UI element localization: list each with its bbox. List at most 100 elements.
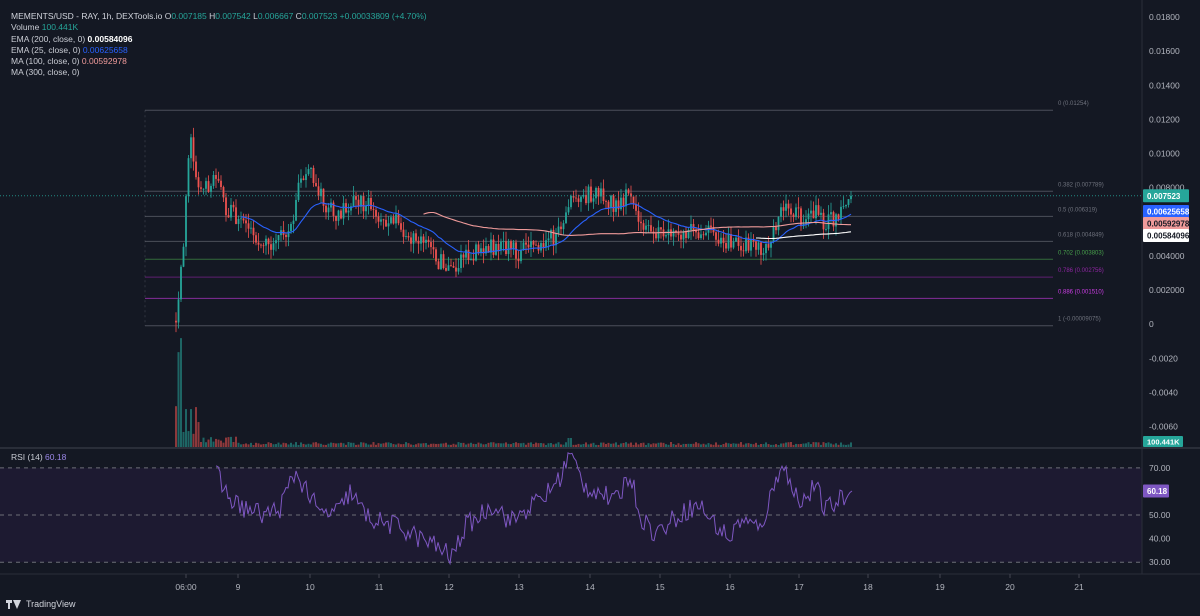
volume-bar: [337, 443, 340, 447]
volume-bar: [585, 442, 587, 447]
candle-body: [697, 232, 700, 239]
volume-bar: [750, 443, 752, 447]
price-tick-label: 0.002000: [1149, 285, 1185, 295]
volume-bar: [712, 444, 715, 447]
volume-bar: [495, 443, 497, 447]
candle-body: [797, 207, 800, 209]
time-tick-label: 9: [236, 582, 241, 592]
candle-body: [590, 186, 592, 202]
candle-body: [745, 237, 747, 252]
volume-bar: [430, 443, 432, 447]
volume-bar: [807, 442, 810, 447]
volume-bar: [407, 443, 410, 447]
fib-level-label: 0.618 (0.004849): [1058, 232, 1104, 238]
volume-bar: [242, 444, 245, 447]
rsi-axis[interactable]: 70.00 50.00 40.00 30.00: [1149, 463, 1171, 567]
volume-bar: [367, 444, 370, 447]
candle-body: [377, 216, 380, 222]
candle-body: [547, 238, 550, 241]
volume-bar: [652, 443, 655, 447]
ma300-legend[interactable]: MA (300, close, 0): [11, 67, 427, 78]
candle-body: [640, 221, 642, 224]
volume-legend[interactable]: Volume 100.441K: [11, 22, 427, 33]
candle-body: [647, 225, 650, 226]
volume-bar: [542, 443, 545, 447]
chart-canvas[interactable]: 0 (0.01254) 0.382 (0.007789) 0.5 (0.006319…: [0, 0, 1200, 616]
volume-bar: [552, 444, 555, 447]
candle-body: [777, 216, 780, 231]
candle-body: [567, 207, 570, 213]
volume-bar: [195, 407, 197, 447]
volume-bar: [605, 443, 607, 447]
volume-bar: [310, 444, 312, 447]
symbol-row[interactable]: MEMENTS/USD - RAY, 1h, DEXTools.io O0.00…: [11, 11, 427, 22]
volume-bar: [785, 442, 787, 447]
ema25-legend[interactable]: EMA (25, close, 0) 0.00625658: [11, 45, 427, 56]
candle-body: [180, 266, 182, 300]
candle-body: [845, 204, 847, 207]
time-tick-label: 19: [935, 582, 945, 592]
candle-body: [242, 218, 245, 221]
volume-bar: [412, 444, 415, 447]
candle-body: [327, 207, 330, 213]
candle-body: [830, 212, 832, 215]
candle-body: [285, 234, 287, 238]
candle-body: [717, 239, 720, 244]
ema200-legend[interactable]: EMA (200, close, 0) 0.00584096: [11, 34, 427, 45]
volume-bar: [220, 440, 222, 447]
volume-bar: [222, 442, 225, 447]
candle-body: [785, 203, 787, 211]
candle-body: [337, 210, 340, 221]
candle-body: [452, 266, 455, 268]
volume-bar: [710, 444, 712, 447]
symbol-name[interactable]: MEMENTS/USD - RAY, 1h, DEXTools.io: [11, 11, 162, 21]
candle-body: [200, 187, 202, 189]
volume-bar: [230, 436, 232, 447]
ma100-legend[interactable]: MA (100, close, 0) 0.00592978: [11, 56, 427, 67]
volume-bar: [797, 444, 800, 447]
volume-bar: [632, 444, 635, 447]
candle-body: [650, 225, 652, 232]
volume-bar: [767, 444, 770, 447]
candle-body: [292, 220, 295, 224]
volume-bar: [607, 442, 610, 447]
candle-body: [722, 237, 725, 244]
volume-bar: [372, 442, 375, 447]
rsi-tick-label: 40.00: [1149, 534, 1171, 544]
candle-body: [602, 188, 605, 202]
candle-body: [382, 219, 385, 221]
volume-bar: [322, 444, 325, 447]
volume-bar: [827, 442, 830, 447]
volume-bar: [442, 443, 445, 447]
volume-bar: [472, 443, 475, 447]
volume-bar: [435, 443, 437, 447]
candle-body: [325, 205, 327, 213]
volume-bar: [375, 444, 377, 447]
ma100-badge: 0.00592978: [1147, 220, 1190, 229]
candle-body: [725, 243, 727, 249]
candle-body: [340, 210, 342, 219]
volume-bar: [622, 442, 625, 447]
candle-body: [710, 225, 712, 228]
volume-bar: [530, 442, 532, 447]
volume-bar: [265, 443, 267, 447]
candle-body: [610, 195, 612, 209]
candle-body: [380, 219, 382, 222]
volume-bar: [287, 444, 290, 447]
time-tick-label: 20: [1005, 582, 1015, 592]
time-axis[interactable]: 06:00 9 10 11 12 13 14 15 16 17 18 19 20 21: [175, 574, 1084, 592]
time-tick-label: 17: [794, 582, 804, 592]
volume-bar: [700, 444, 702, 447]
rsi-legend[interactable]: RSI (14) 60.18: [11, 452, 66, 462]
volume-bar: [672, 443, 675, 447]
volume-bar: [757, 444, 760, 447]
ema25-value: 0.00625658: [82, 44, 128, 55]
candle-body: [742, 250, 745, 252]
candle-body: [580, 196, 582, 202]
price-tick-label: 0.01800: [1149, 12, 1180, 22]
candle-body: [225, 197, 227, 216]
candle-body: [600, 188, 602, 197]
volume-bar: [235, 436, 237, 447]
tradingview-brand[interactable]: TradingView: [6, 599, 76, 609]
candle-body: [402, 229, 405, 237]
